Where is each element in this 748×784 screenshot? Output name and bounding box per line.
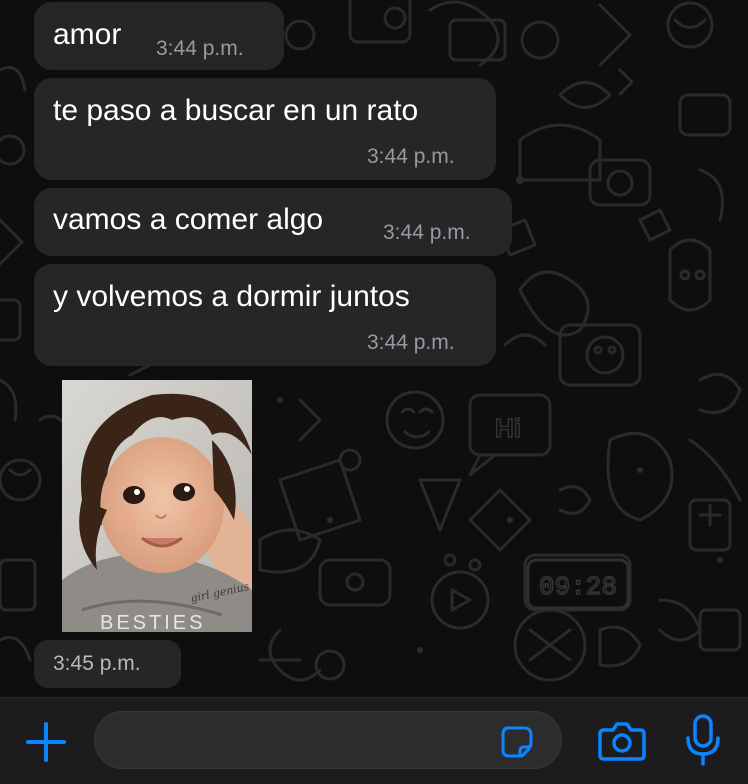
message-timestamp: 3:44 p.m. (156, 37, 244, 60)
chat-screen: 09:28 Hi amor 3:44 p.m. te paso a buscar… (0, 0, 748, 784)
input-bar (0, 697, 748, 784)
message-text: te paso a buscar en un rato (53, 94, 419, 127)
message-timestamp: 3:44 p.m. (367, 145, 455, 168)
wallpaper-clock-text: 09:28 (539, 572, 617, 602)
message-text: amor (53, 18, 122, 51)
plus-icon[interactable] (24, 720, 68, 764)
message-timestamp: 3:44 p.m. (367, 331, 455, 354)
message-bubble[interactable]: amor 3:44 p.m. (34, 2, 284, 70)
message-text: y volvemos a dormir juntos (53, 280, 410, 313)
message-bubble[interactable]: te paso a buscar en un rato 3:44 p.m. (34, 78, 496, 180)
message-text: vamos a comer algo (53, 203, 324, 236)
camera-icon[interactable] (598, 720, 646, 762)
photo-timestamp-pill: 3:45 p.m. (34, 640, 181, 688)
message-input[interactable] (94, 711, 562, 769)
message-timestamp: 3:44 p.m. (383, 221, 471, 244)
sticker-icon[interactable] (500, 725, 534, 759)
photo-message[interactable]: girl genius BESTIES (62, 380, 252, 632)
wallpaper-hi-text: Hi (495, 413, 521, 443)
message-bubble[interactable]: vamos a comer algo 3:44 p.m. (34, 188, 512, 256)
message-bubble[interactable]: y volvemos a dormir juntos 3:44 p.m. (34, 264, 496, 366)
microphone-icon[interactable] (684, 714, 722, 768)
shirt-text-2: BESTIES (100, 612, 206, 632)
message-timestamp: 3:45 p.m. (53, 652, 141, 675)
